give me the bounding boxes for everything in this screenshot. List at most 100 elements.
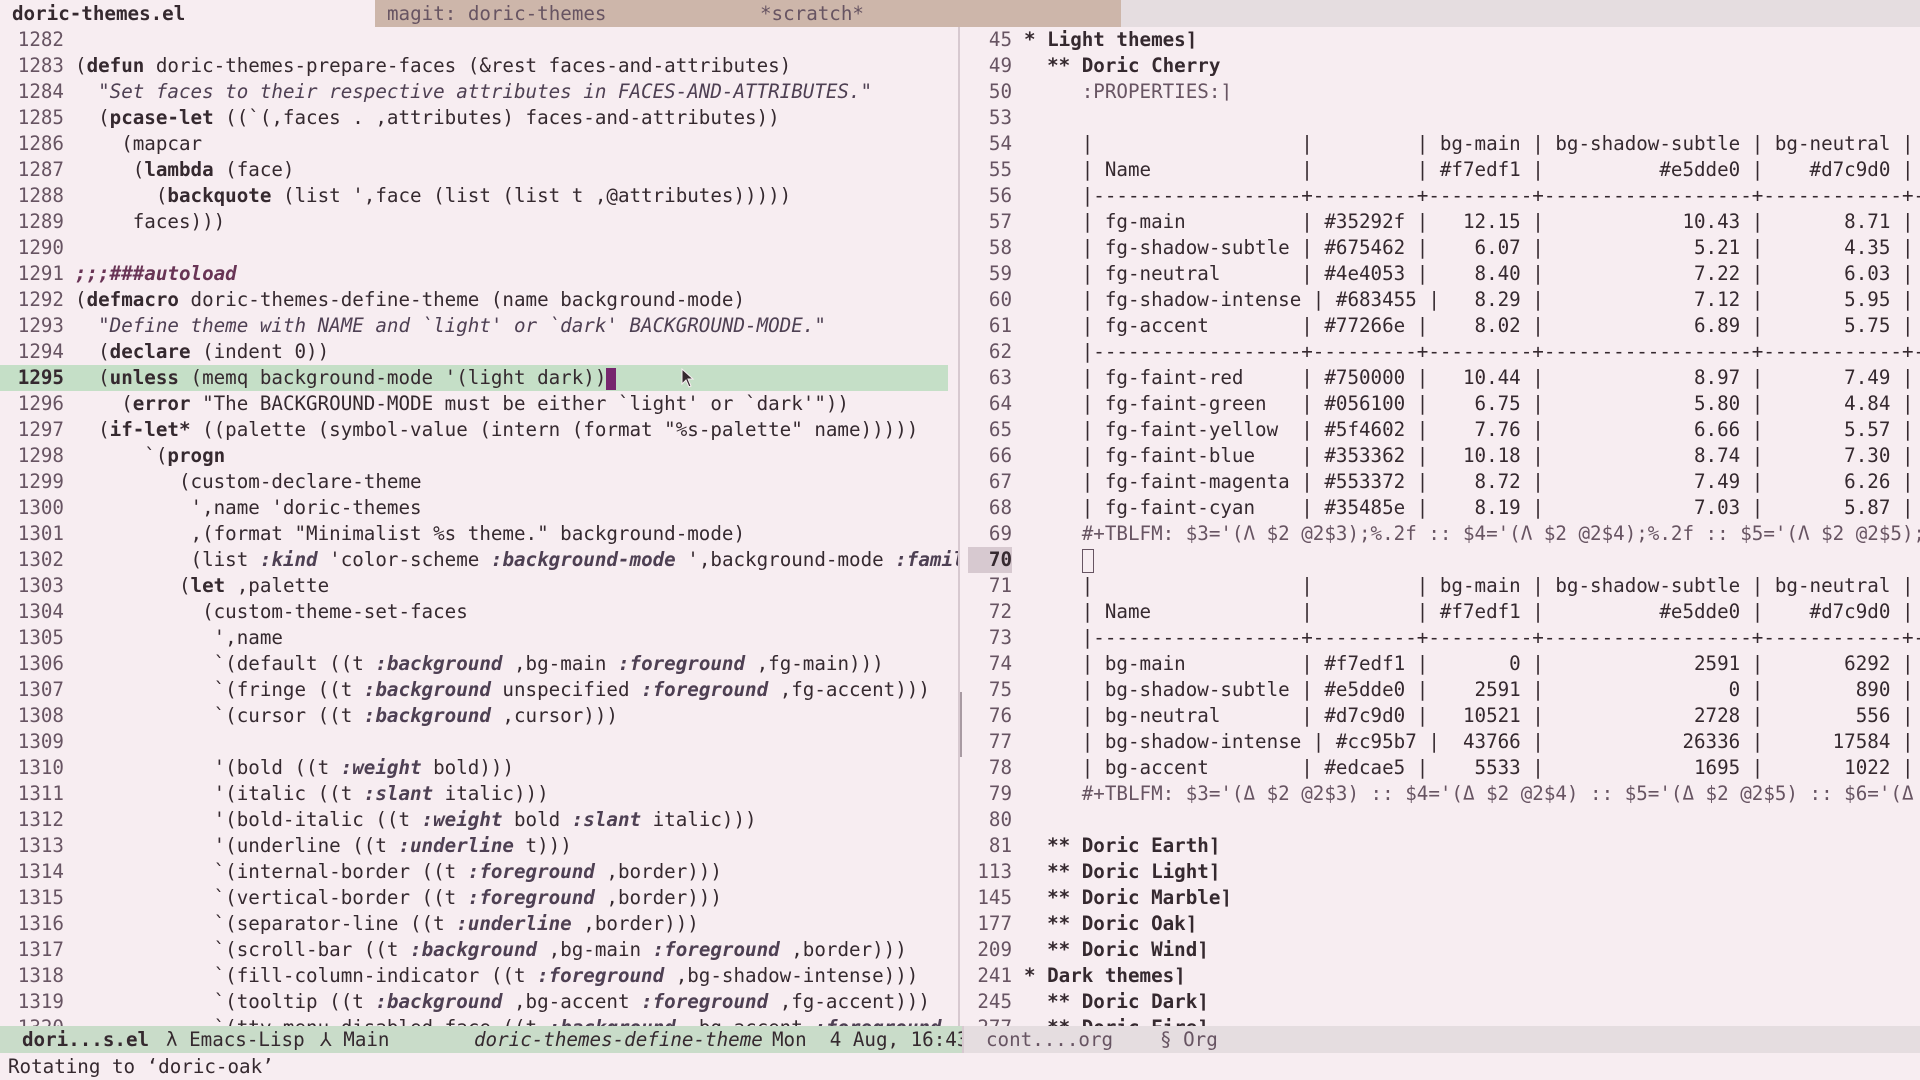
code-line[interactable]: 1299 (custom-declare-theme (0, 469, 958, 495)
line-text[interactable]: | fg-shadow-subtle | #675462 | 6.07 | 5.… (1024, 235, 1920, 261)
code-line[interactable]: 1317 `(scroll-bar ((t :background ,bg-ma… (0, 937, 958, 963)
code-line[interactable]: 1303 (let ,palette (0, 573, 958, 599)
code-line[interactable]: 1291 ;;;###autoload (0, 261, 958, 287)
code-line[interactable]: 1300 ',name 'doric-themes (0, 495, 958, 521)
code-line[interactable]: 73 |------------------+---------+-------… (968, 625, 1920, 651)
line-text[interactable]: |------------------+---------+---------+… (1024, 183, 1920, 209)
line-text[interactable]: `(default ((t :background ,bg-main :fore… (75, 651, 884, 677)
code-line[interactable]: 1320 `(tty-menu-disabled-face ((t :backg… (0, 1015, 958, 1026)
code-line[interactable]: 1285 (pcase-let ((`(,faces . ,attributes… (0, 105, 958, 131)
line-text[interactable]: #+TBLFM: $3='(Λ $2 @2$3);%.2f :: $4='(Λ … (1024, 521, 1920, 547)
code-line[interactable]: 63 | fg-faint-red | #750000 | 10.44 | 8.… (968, 365, 1920, 391)
line-text[interactable]: ** Doric Marble⌉ (1024, 885, 1232, 911)
line-text[interactable]: (lambda (face) (75, 157, 295, 183)
line-text[interactable]: "Define theme with NAME and `light' or `… (75, 313, 826, 339)
code-line[interactable]: 1310 '(bold ((t :weight bold))) (0, 755, 958, 781)
code-line[interactable]: 1289 faces))) (0, 209, 958, 235)
code-line[interactable]: 1314 `(internal-border ((t :foreground ,… (0, 859, 958, 885)
code-line[interactable]: 1294 (declare (indent 0)) (0, 339, 958, 365)
code-line[interactable]: 1288 (backquote (list ',face (list (list… (0, 183, 958, 209)
code-line[interactable]: 1301 ,(format "Minimalist %s theme." bac… (0, 521, 958, 547)
code-line[interactable]: 75 | bg-shadow-subtle | #e5dde0 | 2591 |… (968, 677, 1920, 703)
line-text[interactable]: ** Doric Wind⌉ (1024, 937, 1209, 963)
code-line[interactable]: 71 | | | bg-main | bg-shadow-subtle | bg… (968, 573, 1920, 599)
code-line[interactable]: 78 | bg-accent | #edcae5 | 5533 | 1695 |… (968, 755, 1920, 781)
code-line[interactable]: 1304 (custom-theme-set-faces (0, 599, 958, 625)
tab-doric-themes-el[interactable]: doric-themes.el (0, 0, 375, 27)
code-line[interactable]: 79 #+TBLFM: $3='(Δ $2 @2$3) :: $4='(Δ $2… (968, 781, 1920, 807)
left-editor-window[interactable]: 1282 1283 (defun doric-themes-prepare-face… (0, 27, 958, 1026)
code-line[interactable]: 1293 "Define theme with NAME and `light'… (0, 313, 958, 339)
line-text[interactable]: | fg-main | #35292f | 12.15 | 10.43 | 8.… (1024, 209, 1920, 235)
code-line[interactable]: 49 ** Doric Cherry (968, 53, 1920, 79)
right-mode-line[interactable]: cont....org § Org (962, 1026, 1920, 1053)
code-line[interactable]: 1315 `(vertical-border ((t :foreground ,… (0, 885, 958, 911)
line-text[interactable]: (if-let* ((palette (symbol-value (intern… (75, 417, 918, 443)
code-line[interactable]: 1312 '(bold-italic ((t :weight bold :sla… (0, 807, 958, 833)
line-text[interactable]: `(fill-column-indicator ((t :foreground … (75, 963, 919, 989)
code-line[interactable]: 60 | fg-shadow-intense | #683455 | 8.29 … (968, 287, 1920, 313)
code-line[interactable]: 62 |------------------+---------+-------… (968, 339, 1920, 365)
code-line[interactable]: 65 | fg-faint-yellow | #5f4602 | 7.76 | … (968, 417, 1920, 443)
line-text[interactable]: | fg-neutral | #4e4053 | 8.40 | 7.22 | 6… (1024, 261, 1920, 287)
tab-scratch[interactable]: *scratch* (748, 0, 1121, 27)
line-text[interactable]: `(separator-line ((t :underline ,border)… (75, 911, 699, 937)
line-text[interactable]: |------------------+---------+---------+… (1024, 339, 1920, 365)
line-text[interactable]: | bg-shadow-intense | #cc95b7 | 43766 | … (1024, 729, 1920, 755)
code-line[interactable]: 74 | bg-main | #f7edf1 | 0 | 2591 | 6292… (968, 651, 1920, 677)
code-line[interactable]: 241 * Dark themes⌉ (968, 963, 1920, 989)
line-text[interactable]: `(internal-border ((t :foreground ,borde… (75, 859, 722, 885)
code-line[interactable]: 66 | fg-faint-blue | #353362 | 10.18 | 8… (968, 443, 1920, 469)
code-line[interactable]: 1302 (list :kind 'color-scheme :backgrou… (0, 547, 958, 573)
line-text[interactable]: (backquote (list ',face (list (list t ,@… (75, 183, 791, 209)
line-text[interactable]: (list :kind 'color-scheme :background-mo… (75, 547, 958, 573)
line-text[interactable]: `(tooltip ((t :background ,bg-accent :fo… (75, 989, 930, 1015)
line-text[interactable]: | fg-faint-magenta | #553372 | 8.72 | 7.… (1024, 469, 1920, 495)
line-text[interactable]: (pcase-let ((`(,faces . ,attributes) fac… (75, 105, 780, 131)
line-text[interactable]: (mapcar (75, 131, 202, 157)
line-text[interactable]: |------------------+---------+---------+… (1024, 625, 1920, 651)
line-text[interactable]: `(progn (75, 443, 225, 469)
code-line[interactable]: 54 | | | bg-main | bg-shadow-subtle | bg… (968, 131, 1920, 157)
line-text[interactable]: ** Doric Dark⌉ (1024, 989, 1209, 1015)
code-line[interactable]: 1305 ',name (0, 625, 958, 651)
code-line[interactable]: 145 ** Doric Marble⌉ (968, 885, 1920, 911)
line-text[interactable]: ',name (75, 625, 283, 651)
vertical-border[interactable] (958, 27, 968, 1026)
line-text[interactable]: ,(format "Minimalist %s theme." backgrou… (75, 521, 746, 547)
code-line[interactable]: 81 ** Doric Earth⌉ (968, 833, 1920, 859)
current-line[interactable]: 1295 (unless (memq background-mode '(lig… (0, 365, 948, 391)
code-line[interactable]: 55 | Name | | #f7edf1 | #e5dde0 | #d7c9d… (968, 157, 1920, 183)
code-line[interactable]: 1311 '(italic ((t :slant italic))) (0, 781, 958, 807)
code-line[interactable]: 50 :PROPERTIES:⌉ (968, 79, 1920, 105)
line-text[interactable]: | bg-neutral | #d7c9d0 | 10521 | 2728 | … (1024, 703, 1920, 729)
line-text[interactable] (1024, 547, 1094, 573)
code-line[interactable]: 1286 (mapcar (0, 131, 958, 157)
line-text[interactable]: '(bold-italic ((t :weight bold :slant it… (75, 807, 757, 833)
code-line[interactable]: 57 | fg-main | #35292f | 12.15 | 10.43 |… (968, 209, 1920, 235)
line-text[interactable]: | fg-faint-blue | #353362 | 10.18 | 8.74… (1024, 443, 1920, 469)
code-line[interactable]: 76 | bg-neutral | #d7c9d0 | 10521 | 2728… (968, 703, 1920, 729)
code-line[interactable]: 1296 (error "The BACKGROUND-MODE must be… (0, 391, 958, 417)
code-line[interactable]: 209 ** Doric Wind⌉ (968, 937, 1920, 963)
line-text[interactable]: | fg-faint-cyan | #35485e | 8.19 | 7.03 … (1024, 495, 1920, 521)
line-text[interactable]: (custom-declare-theme (75, 469, 422, 495)
code-line[interactable]: 113 ** Doric Light⌉ (968, 859, 1920, 885)
line-text[interactable]: `(fringe ((t :background unspecified :fo… (75, 677, 930, 703)
line-text[interactable]: ** Doric Fire⌉ (1024, 1015, 1209, 1026)
line-text[interactable]: | bg-accent | #edcae5 | 5533 | 1695 | 10… (1024, 755, 1920, 781)
code-line[interactable]: 61 | fg-accent | #77266e | 8.02 | 6.89 |… (968, 313, 1920, 339)
code-line[interactable]: 77 | bg-shadow-intense | #cc95b7 | 43766… (968, 729, 1920, 755)
line-text[interactable]: '(italic ((t :slant italic))) (75, 781, 549, 807)
line-text[interactable]: (declare (indent 0)) (75, 339, 329, 365)
code-line[interactable]: 64 | fg-faint-green | #056100 | 6.75 | 5… (968, 391, 1920, 417)
line-text[interactable]: faces))) (75, 209, 225, 235)
line-text[interactable]: `(cursor ((t :background ,cursor))) (75, 703, 618, 729)
line-text[interactable]: | fg-accent | #77266e | 8.02 | 6.89 | 5.… (1024, 313, 1920, 339)
code-line[interactable]: 56 |------------------+---------+-------… (968, 183, 1920, 209)
code-line[interactable]: 53 (968, 105, 1920, 131)
code-line[interactable]: 1298 `(progn (0, 443, 958, 469)
modeline-major-mode-right[interactable]: § Org (1160, 1026, 1218, 1053)
code-line[interactable]: 1297 (if-let* ((palette (symbol-value (i… (0, 417, 958, 443)
line-text[interactable]: | fg-shadow-intense | #683455 | 8.29 | 7… (1024, 287, 1920, 313)
